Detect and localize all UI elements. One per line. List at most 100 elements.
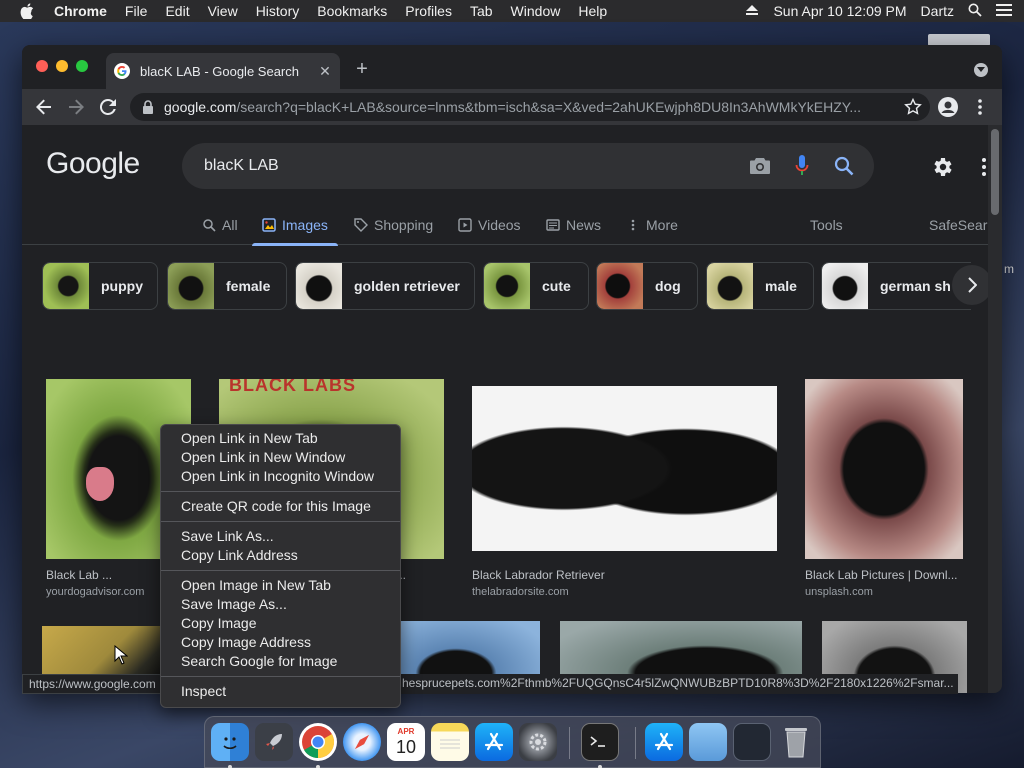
menu-item-create-qr-code[interactable]: Create QR code for this Image	[161, 497, 400, 516]
chrome-app-icon[interactable]	[299, 723, 337, 761]
menu-bookmarks[interactable]: Bookmarks	[317, 3, 387, 19]
chip-scroll-right-button[interactable]	[952, 265, 988, 305]
forward-arrow-icon[interactable]	[66, 97, 86, 117]
bookmark-star-icon[interactable]	[904, 97, 922, 116]
menu-window[interactable]: Window	[511, 3, 561, 19]
chip-dog[interactable]: dog	[596, 262, 698, 310]
chip-thumbnail	[168, 263, 214, 309]
result-title-4[interactable]: Black Lab Pictures | Downl...	[805, 568, 958, 582]
app-store-icon[interactable]	[475, 723, 513, 761]
control-center-icon[interactable]	[996, 3, 1012, 19]
menu-help[interactable]: Help	[578, 3, 607, 19]
scrollbar-thumb[interactable]	[991, 129, 999, 215]
result-source-4[interactable]: unsplash.com	[805, 586, 873, 598]
reload-icon[interactable]	[98, 97, 118, 117]
back-arrow-icon[interactable]	[34, 97, 54, 117]
tab-shopping[interactable]: Shopping	[354, 217, 433, 233]
browser-tab-active[interactable]: blacK LAB - Google Search ✕	[106, 53, 340, 89]
menu-file[interactable]: File	[125, 3, 148, 19]
spotlight-search-icon[interactable]	[968, 3, 982, 20]
search-submit-icon[interactable]	[832, 154, 856, 178]
browser-toolbar: google.com/search?q=blacK+LAB&source=lnm…	[22, 89, 1002, 125]
calendar-app-icon[interactable]: APR 10	[387, 723, 425, 761]
google-logo[interactable]: Google	[46, 147, 140, 181]
menu-item-copy-image-address[interactable]: Copy Image Address	[161, 633, 400, 652]
trash-icon[interactable]	[777, 723, 815, 761]
voice-search-mic-icon[interactable]	[790, 154, 814, 178]
tab-all[interactable]: All	[202, 217, 238, 233]
menu-profiles[interactable]: Profiles	[405, 3, 452, 19]
search-input[interactable]: blacK LAB	[204, 157, 748, 175]
result-image-4[interactable]	[805, 379, 963, 559]
tab-search-icon[interactable]	[974, 63, 988, 77]
address-bar[interactable]: google.com/search?q=blacK+LAB&source=lnm…	[130, 93, 930, 121]
safesearch-button[interactable]: SafeSearch	[929, 217, 988, 233]
new-tab-button[interactable]: +	[352, 59, 372, 79]
chip-thumbnail	[296, 263, 342, 309]
safari-compass-icon[interactable]	[343, 723, 381, 761]
menu-item-save-link-as[interactable]: Save Link As...	[161, 527, 400, 546]
lock-icon[interactable]	[142, 100, 154, 114]
chip-female[interactable]: female	[167, 262, 287, 310]
apple-menu-icon[interactable]	[20, 3, 34, 19]
menu-edit[interactable]: Edit	[165, 3, 189, 19]
result-title-1[interactable]: Black Lab ...	[46, 568, 112, 582]
chip-german-shepherd[interactable]: german sh	[821, 262, 971, 310]
chip-label: male	[765, 278, 797, 294]
chrome-menu-kebab-icon[interactable]	[970, 97, 990, 117]
launchpad-rocket-icon[interactable]	[255, 723, 293, 761]
notes-app-icon[interactable]	[431, 723, 469, 761]
tab-images[interactable]: Images	[252, 217, 338, 246]
dock-divider	[635, 727, 636, 759]
finder-icon[interactable]	[211, 723, 249, 761]
system-preferences-gear-icon[interactable]	[519, 723, 557, 761]
google-apps-icon[interactable]	[980, 157, 988, 177]
terminal-icon[interactable]	[581, 723, 619, 761]
menu-item-copy-link-address[interactable]: Copy Link Address	[161, 546, 400, 565]
result-source-1[interactable]: yourdogadvisor.com	[46, 586, 144, 598]
menu-item-search-google-for-image[interactable]: Search Google for Image	[161, 652, 400, 671]
profile-avatar-icon[interactable]	[938, 97, 958, 117]
eject-icon[interactable]	[745, 3, 759, 19]
status-bar-url-left: https://www.google.com	[22, 674, 163, 694]
tab-more[interactable]: More	[626, 217, 678, 233]
app-store-folder-icon[interactable]	[645, 723, 683, 761]
menu-item-inspect[interactable]: Inspect	[161, 682, 400, 701]
tab-close-icon[interactable]: ✕	[316, 62, 334, 80]
menubar-clock[interactable]: Sun Apr 10 12:09 PM	[773, 3, 906, 19]
folder-icon[interactable]	[689, 723, 727, 761]
result-source-3[interactable]: thelabradorsite.com	[472, 586, 569, 598]
menu-item-open-link-new-tab[interactable]: Open Link in New Tab	[161, 429, 400, 448]
menu-tab[interactable]: Tab	[470, 3, 493, 19]
page-scrollbar[interactable]	[988, 125, 1002, 693]
menu-history[interactable]: History	[256, 3, 300, 19]
url-host: google.com	[164, 99, 237, 115]
zoom-window-button[interactable]	[76, 60, 88, 72]
menu-item-open-link-incognito[interactable]: Open Link in Incognito Window	[161, 467, 400, 486]
tab-videos[interactable]: Videos	[458, 217, 521, 233]
menu-app-name[interactable]: Chrome	[54, 3, 107, 19]
search-box[interactable]: blacK LAB	[182, 143, 874, 189]
menubar-user[interactable]: Dartz	[921, 3, 954, 19]
chip-puppy[interactable]: puppy	[42, 262, 158, 310]
minimize-window-button[interactable]	[56, 60, 68, 72]
status-bar-url-right: hesprucepets.com%2Fthmb%2FUQGQnsC4r5lZwQ…	[398, 674, 958, 694]
close-window-button[interactable]	[36, 60, 48, 72]
tab-news[interactable]: News	[546, 217, 601, 233]
settings-gear-icon[interactable]	[930, 155, 954, 179]
menu-view[interactable]: View	[208, 3, 238, 19]
chip-male[interactable]: male	[706, 262, 814, 310]
tools-button[interactable]: Tools	[810, 217, 843, 233]
menu-item-open-link-new-window[interactable]: Open Link in New Window	[161, 448, 400, 467]
menu-item-copy-image[interactable]: Copy Image	[161, 614, 400, 633]
result-image-3[interactable]	[472, 386, 777, 551]
menu-item-open-image-new-tab[interactable]: Open Image in New Tab	[161, 576, 400, 595]
result-title-3[interactable]: Black Labrador Retriever	[472, 568, 605, 582]
camera-search-icon[interactable]	[748, 154, 772, 178]
screenshot-stack-icon[interactable]	[733, 723, 771, 761]
calendar-month: APR	[397, 727, 415, 736]
menu-item-save-image-as[interactable]: Save Image As...	[161, 595, 400, 614]
menu-separator	[161, 676, 400, 677]
chip-golden-retriever[interactable]: golden retriever	[295, 262, 475, 310]
chip-cute[interactable]: cute	[483, 262, 589, 310]
